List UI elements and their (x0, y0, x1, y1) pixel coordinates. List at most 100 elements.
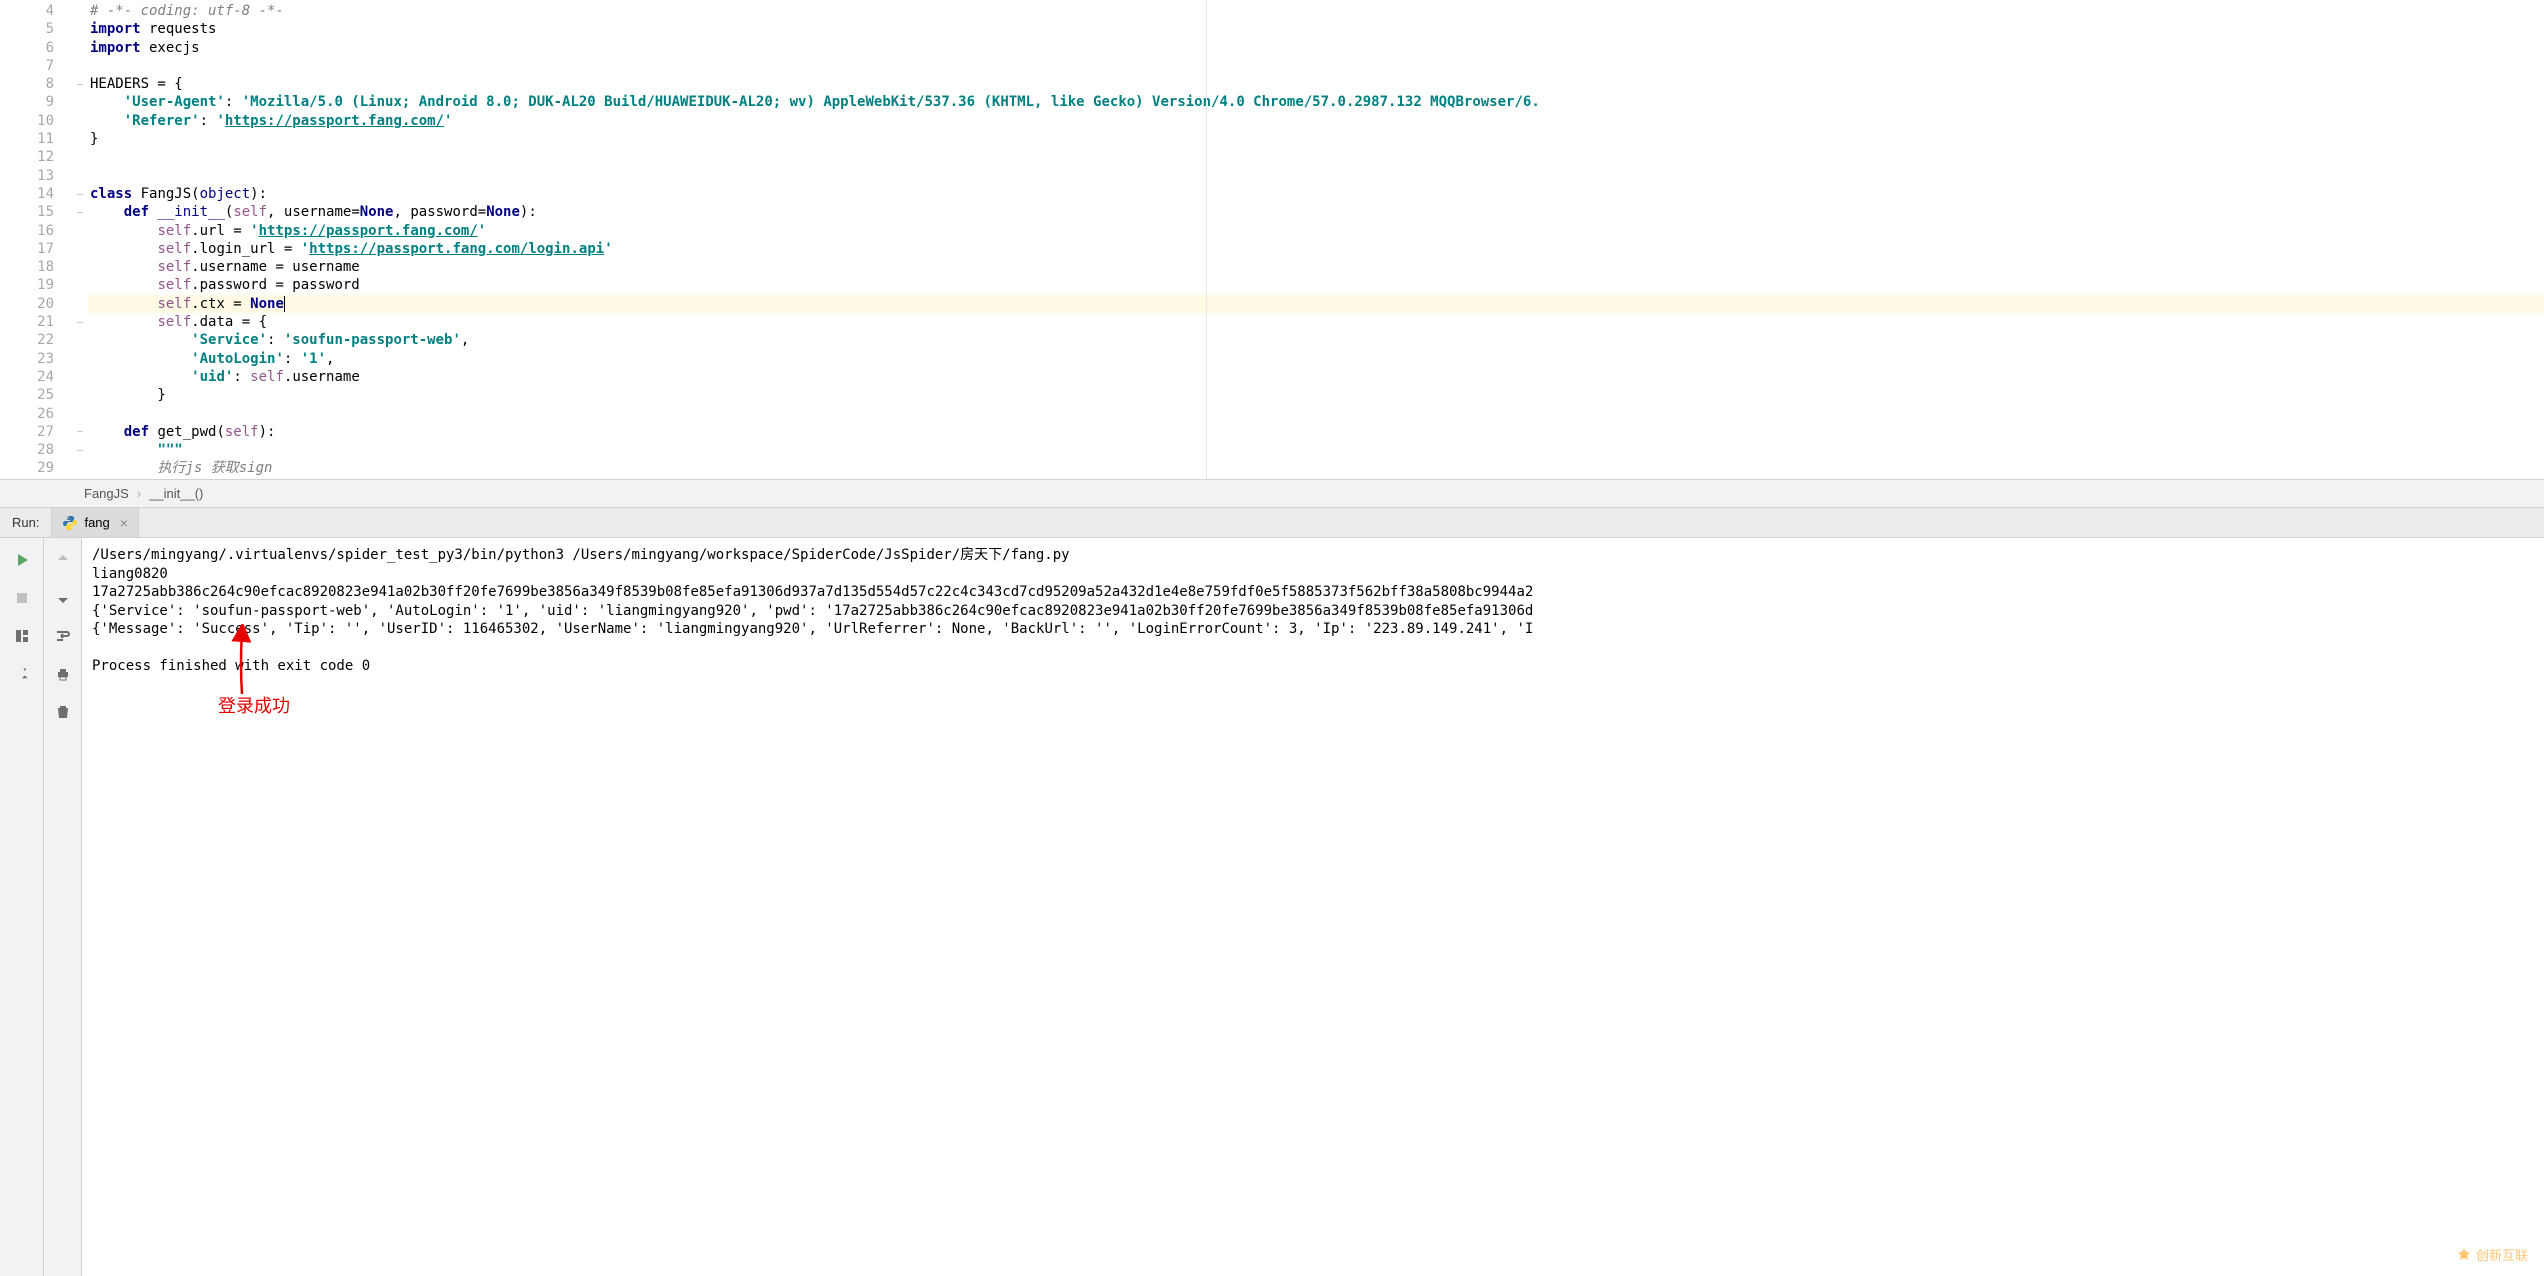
code-line[interactable]: import execjs (88, 39, 2544, 57)
fold-marker[interactable]: – (72, 441, 88, 459)
fold-marker[interactable] (72, 93, 88, 111)
breadcrumb[interactable]: FangJS › __init__() (0, 480, 2544, 508)
fold-marker[interactable] (72, 240, 88, 258)
fold-marker[interactable] (72, 386, 88, 404)
code-line[interactable] (88, 57, 2544, 75)
line-number: 7 (0, 57, 54, 75)
text-caret (284, 296, 285, 312)
pin-button[interactable] (10, 662, 34, 686)
code-area[interactable]: # -*- coding: utf-8 -*-import requestsim… (88, 0, 2544, 479)
line-number: 29 (0, 459, 54, 477)
code-line[interactable]: def get_pwd(self): (88, 423, 2544, 441)
fold-marker[interactable] (72, 2, 88, 20)
right-margin-guide (1206, 0, 1207, 479)
stop-button[interactable] (10, 586, 34, 610)
fold-marker[interactable]: – (72, 313, 88, 331)
breadcrumb-separator: › (137, 486, 141, 501)
code-line[interactable]: self.login_url = 'https://passport.fang.… (88, 240, 2544, 258)
fold-marker[interactable] (72, 112, 88, 130)
line-number: 19 (0, 276, 54, 294)
line-number: 6 (0, 39, 54, 57)
code-line[interactable]: def __init__(self, username=None, passwo… (88, 203, 2544, 221)
fold-marker[interactable] (72, 167, 88, 185)
code-line[interactable]: self.data = { (88, 313, 2544, 331)
code-line[interactable]: self.ctx = None (88, 295, 2544, 313)
fold-marker[interactable]: – (72, 423, 88, 441)
code-line[interactable]: self.username = username (88, 258, 2544, 276)
fold-marker[interactable] (72, 258, 88, 276)
fold-marker[interactable] (72, 368, 88, 386)
code-line[interactable]: } (88, 130, 2544, 148)
run-tab[interactable]: fang × (52, 508, 139, 537)
layout-button[interactable] (10, 624, 34, 648)
code-line[interactable]: HEADERS = { (88, 75, 2544, 93)
breadcrumb-item[interactable]: FangJS (84, 486, 129, 501)
fold-marker[interactable]: – (72, 185, 88, 203)
fold-marker[interactable] (72, 331, 88, 349)
fold-marker[interactable] (72, 405, 88, 423)
line-number: 4 (0, 2, 54, 20)
code-line[interactable]: # -*- coding: utf-8 -*- (88, 2, 2544, 20)
code-line[interactable]: 'uid': self.username (88, 368, 2544, 386)
fold-marker[interactable]: – (72, 75, 88, 93)
fold-marker[interactable] (72, 57, 88, 75)
line-number: 27 (0, 423, 54, 441)
fold-marker[interactable] (72, 130, 88, 148)
print-icon[interactable] (51, 662, 75, 686)
fold-marker[interactable] (72, 276, 88, 294)
code-line[interactable]: 'Referer': 'https://passport.fang.com/' (88, 112, 2544, 130)
python-file-icon (62, 515, 78, 531)
code-line[interactable] (88, 148, 2544, 166)
down-icon[interactable] (51, 586, 75, 610)
fold-marker[interactable] (72, 222, 88, 240)
fold-marker[interactable] (72, 148, 88, 166)
console-output[interactable]: /Users/mingyang/.virtualenvs/spider_test… (82, 538, 2544, 1276)
run-tab-label: fang (84, 515, 109, 530)
code-line[interactable] (88, 405, 2544, 423)
console-line: /Users/mingyang/.virtualenvs/spider_test… (92, 546, 2534, 565)
code-line[interactable]: class FangJS(object): (88, 185, 2544, 203)
fold-marker[interactable] (72, 459, 88, 477)
line-number: 11 (0, 130, 54, 148)
code-line[interactable]: 'User-Agent': 'Mozilla/5.0 (Linux; Andro… (88, 93, 2544, 111)
run-label: Run: (0, 508, 52, 537)
code-line[interactable]: self.password = password (88, 276, 2544, 294)
line-number: 22 (0, 331, 54, 349)
up-icon[interactable] (51, 548, 75, 572)
fold-column[interactable]: –––––– (72, 0, 88, 479)
fold-marker[interactable] (72, 350, 88, 368)
code-line[interactable]: 执行js 获取sign (88, 459, 2544, 477)
annotation-text: 登录成功 (218, 692, 290, 718)
line-number: 25 (0, 386, 54, 404)
code-line[interactable] (88, 167, 2544, 185)
console-panel: /Users/mingyang/.virtualenvs/spider_test… (0, 538, 2544, 1276)
rerun-button[interactable] (10, 548, 34, 572)
line-number: 8 (0, 75, 54, 93)
code-line[interactable]: } (88, 386, 2544, 404)
console-line: {'Service': 'soufun-passport-web', 'Auto… (92, 602, 2534, 621)
line-number-gutter: 4567891011121314151617181920212223242526… (0, 0, 72, 479)
soft-wrap-icon[interactable] (51, 624, 75, 648)
fold-marker[interactable] (72, 295, 88, 313)
fold-marker[interactable] (72, 20, 88, 38)
line-number: 18 (0, 258, 54, 276)
close-icon[interactable]: × (120, 515, 128, 531)
code-line[interactable]: 'AutoLogin': '1', (88, 350, 2544, 368)
line-number: 13 (0, 167, 54, 185)
fold-marker[interactable]: – (72, 203, 88, 221)
watermark: 创新互联 (2456, 1245, 2528, 1264)
line-number: 28 (0, 441, 54, 459)
line-number: 15 (0, 203, 54, 221)
code-line[interactable]: 'Service': 'soufun-passport-web', (88, 331, 2544, 349)
code-line[interactable]: self.url = 'https://passport.fang.com/' (88, 222, 2544, 240)
breadcrumb-item[interactable]: __init__() (149, 486, 203, 501)
code-line[interactable]: """ (88, 441, 2544, 459)
annotation-arrow (228, 624, 268, 700)
line-number: 16 (0, 222, 54, 240)
code-editor[interactable]: 4567891011121314151617181920212223242526… (0, 0, 2544, 480)
code-line[interactable]: import requests (88, 20, 2544, 38)
line-number: 14 (0, 185, 54, 203)
fold-marker[interactable] (72, 39, 88, 57)
line-number: 9 (0, 93, 54, 111)
trash-icon[interactable] (51, 700, 75, 724)
